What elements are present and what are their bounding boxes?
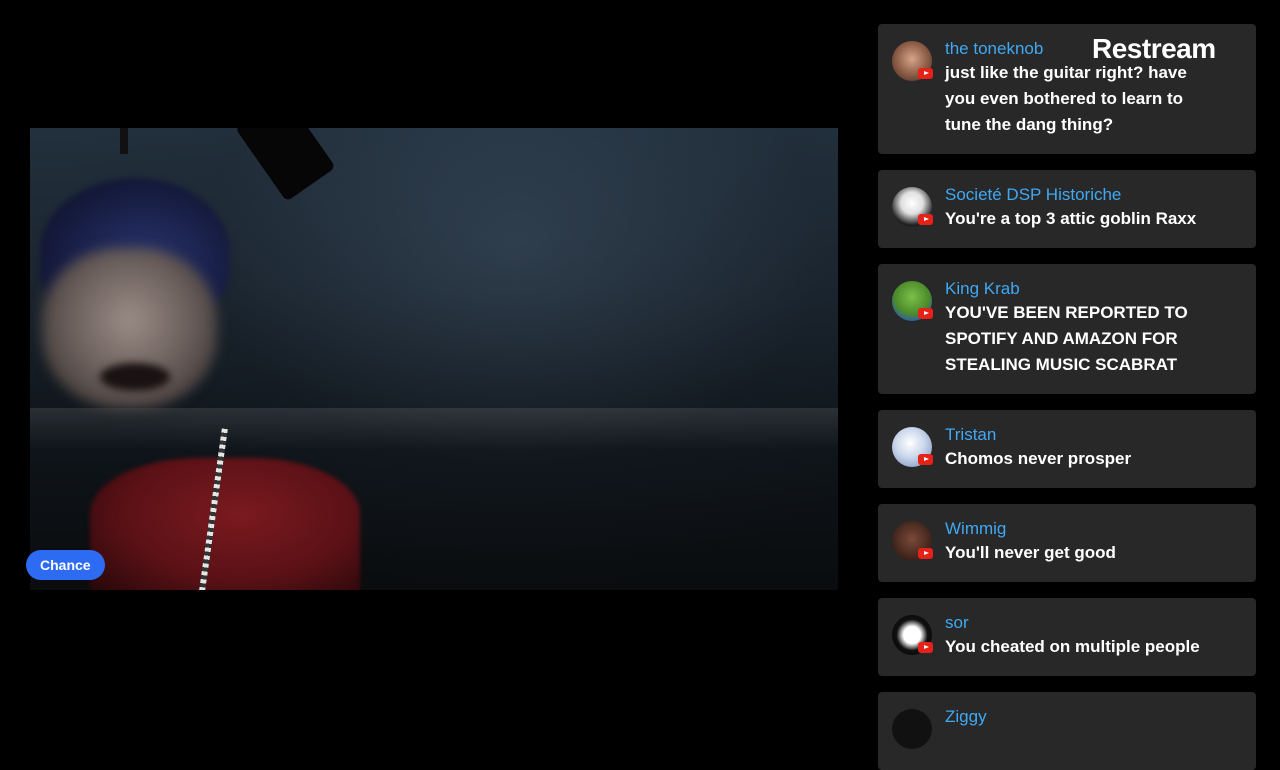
chat-username: sor <box>945 613 969 632</box>
chat-message: King Krab YOU'VE BEEN REPORTED TO SPOTIF… <box>878 264 1256 394</box>
youtube-icon <box>918 214 933 225</box>
chat-username: Wimmig <box>945 519 1007 538</box>
chat-message: Wimmig You'll never get good <box>878 504 1256 582</box>
chat-message: Ziggy <box>878 692 1256 770</box>
chat-text: just like the guitar right? have you eve… <box>945 63 1187 134</box>
chat-message: Tristan Chomos never prosper <box>878 410 1256 488</box>
chat-username: King Krab <box>945 279 1020 298</box>
streamer-mouth <box>100 363 170 391</box>
webcam-feed <box>30 128 838 590</box>
restream-logo: Restream <box>1092 33 1216 64</box>
youtube-icon <box>918 68 933 79</box>
youtube-icon <box>918 308 933 319</box>
chat-username: Societé DSP Historiche <box>945 185 1122 204</box>
chat-overlay: the toneknob just like the guitar right?… <box>878 0 1256 770</box>
chat-text: You'll never get good <box>945 543 1116 562</box>
chat-text: YOU'VE BEEN REPORTED TO SPOTIFY AND AMAZ… <box>945 303 1188 374</box>
chat-text: Chomos never prosper <box>945 449 1132 468</box>
participant-name-tag: Chance <box>26 550 105 580</box>
chat-username: Ziggy <box>945 707 987 726</box>
youtube-icon <box>918 548 933 559</box>
youtube-icon <box>918 642 933 653</box>
chat-text: You're a top 3 attic goblin Raxx <box>945 209 1197 228</box>
streamer <box>30 148 390 590</box>
video-stage: Chance <box>0 0 860 720</box>
user-avatar <box>892 709 932 749</box>
streamer-shirt <box>90 458 360 590</box>
chat-username: Tristan <box>945 425 997 444</box>
chat-text: You cheated on multiple people <box>945 637 1200 656</box>
chat-message: Societé DSP Historiche You're a top 3 at… <box>878 170 1256 248</box>
chat-message: sor You cheated on multiple people <box>878 598 1256 676</box>
youtube-icon <box>918 454 933 465</box>
